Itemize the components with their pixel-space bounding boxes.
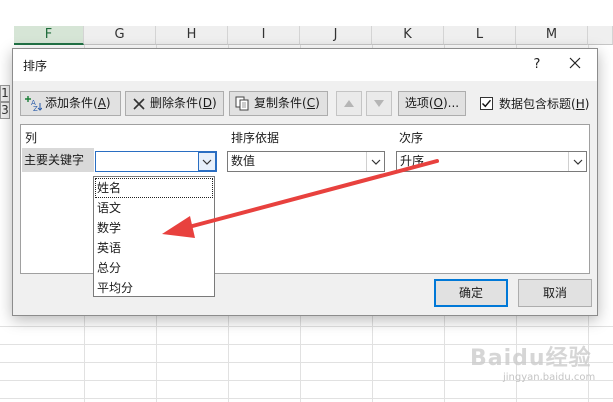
dropdown-option[interactable]: 总分 (95, 258, 213, 278)
column-header-k[interactable]: K (372, 26, 444, 45)
add-level-label: 添加条件(A) (45, 96, 111, 110)
triangle-up-icon (344, 100, 354, 107)
dropdown-option[interactable]: 姓名 (95, 178, 213, 198)
dropdown-option[interactable]: 英语 (95, 238, 213, 258)
copy-level-label: 复制条件(C) (254, 96, 320, 110)
column-dropdown-list: 姓名 语文 数学 英语 总分 平均分 (93, 176, 215, 297)
column-header-g[interactable]: G (84, 26, 156, 45)
triangle-down-icon (374, 100, 384, 107)
options-button[interactable]: 选项(O)... (398, 91, 466, 116)
chevron-down-icon (202, 159, 212, 165)
order-select-value: 升序 (400, 154, 425, 168)
sort-on-select-value: 数值 (231, 154, 256, 168)
dropdown-option[interactable]: 数学 (95, 218, 213, 238)
baidu-watermark-url: jingyan.baidu.com (503, 372, 596, 383)
column-select-arrow[interactable] (198, 152, 216, 171)
column-header-i[interactable]: I (228, 26, 300, 45)
chevron-down-icon (573, 159, 582, 165)
order-select[interactable]: 升序 (396, 151, 587, 172)
delete-level-button[interactable]: 删除条件(D) (125, 91, 224, 116)
sort-level-row-label[interactable]: 主要关键字 (22, 148, 94, 172)
has-headers-checkbox[interactable]: 数据包含标题(H) (480, 95, 589, 112)
add-level-button[interactable]: A Z 添加条件(A) (20, 91, 121, 116)
column-header-j[interactable]: J (300, 26, 372, 45)
baidu-watermark: Baidu经验 (470, 346, 592, 371)
dropdown-option[interactable]: 平均分 (95, 278, 213, 298)
options-label: 选项(O)... (404, 96, 460, 110)
has-headers-label: 数据包含标题(H) (499, 97, 590, 111)
ok-button[interactable]: 确定 (434, 279, 508, 307)
column-header-h[interactable]: H (156, 26, 228, 45)
sort-on-header-label: 排序依据 (231, 131, 280, 145)
close-button[interactable] (564, 55, 586, 75)
order-header-label: 次序 (399, 131, 424, 145)
sort-on-select[interactable]: 数值 (227, 151, 385, 172)
delete-level-icon (130, 95, 147, 112)
row-header-3[interactable]: 3 (0, 102, 10, 119)
copy-level-button[interactable]: 复制条件(C) (229, 91, 328, 116)
order-select-arrow[interactable] (568, 152, 586, 171)
column-header-l[interactable]: L (444, 26, 516, 45)
sort-on-select-arrow[interactable] (366, 152, 384, 171)
delete-level-label: 删除条件(D) (150, 96, 217, 110)
copy-icon (234, 95, 251, 112)
column-select[interactable] (95, 151, 217, 172)
move-down-button[interactable] (366, 91, 392, 116)
checkbox-box[interactable] (480, 97, 493, 110)
column-header-extra (588, 26, 613, 45)
grid-line (0, 398, 613, 399)
chevron-down-icon (371, 159, 380, 165)
move-up-button[interactable] (336, 91, 362, 116)
dialog-title: 排序 (23, 59, 48, 73)
dialog-titlebar: 排序 ? (13, 49, 597, 81)
column-header-f[interactable]: F (14, 26, 84, 45)
svg-text:Z: Z (33, 105, 38, 112)
column-header-label: 列 (25, 131, 38, 145)
row-header-1[interactable]: 1 (0, 85, 10, 102)
column-header-m[interactable]: M (516, 26, 588, 45)
help-button[interactable]: ? (527, 55, 547, 75)
grid-line (0, 326, 613, 327)
checkmark-icon (482, 99, 492, 108)
add-level-icon: A Z (25, 95, 42, 112)
close-icon (569, 57, 581, 69)
cancel-button[interactable]: 取消 (518, 279, 592, 307)
dropdown-option[interactable]: 语文 (95, 198, 213, 218)
